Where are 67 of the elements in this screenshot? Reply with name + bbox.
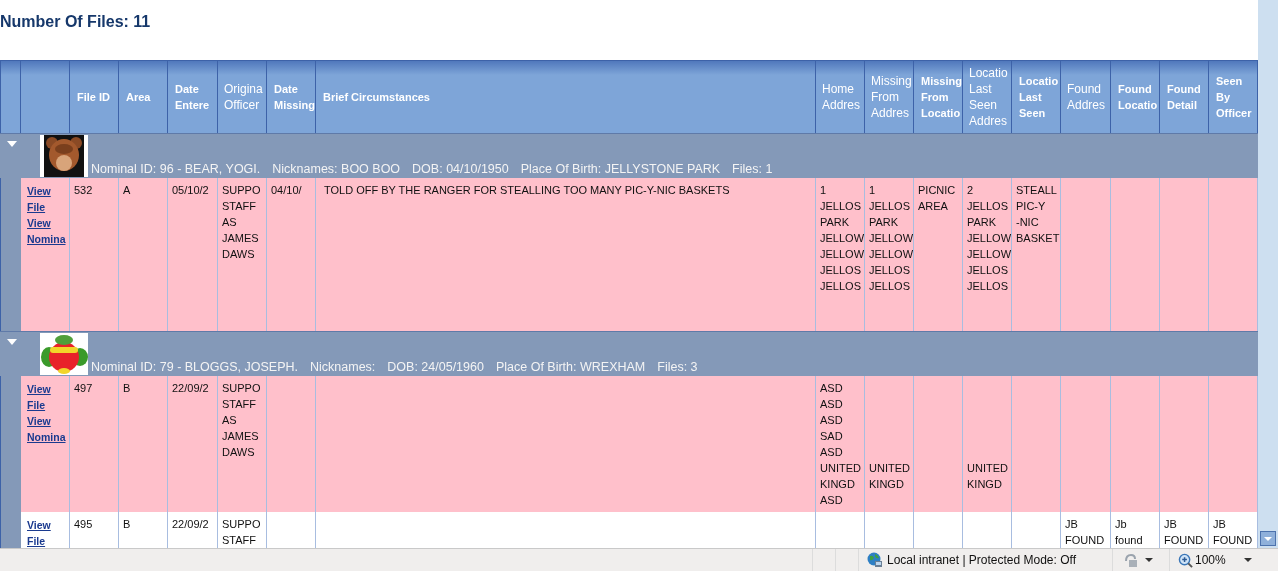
column-header[interactable]: Brief Circumstances	[316, 61, 816, 133]
expand-toggle-icon[interactable]	[6, 337, 17, 347]
nominal-id-text: Nominal ID: 79 - BLOGGS, JOSEPH.	[91, 360, 298, 374]
column-header[interactable]: Locatio Last Seen	[1012, 61, 1061, 133]
view-file-link[interactable]: View File	[27, 381, 68, 413]
place-of-birth-text: Place Of Birth: JELLYSTONE PARK	[520, 162, 721, 176]
table-cell-text: 495	[74, 517, 93, 532]
table-cell-text: JB FOUND	[1164, 517, 1204, 548]
view-file-link[interactable]: View File	[27, 517, 68, 548]
table-cell-text: SUPPO STAFF AS JAMES DAWS	[222, 183, 261, 262]
view-file-link[interactable]: View File	[27, 183, 68, 215]
column-header[interactable]: Locatio Last Seen Addres	[963, 61, 1012, 133]
column-header[interactable]: File ID	[70, 61, 119, 133]
table-cell-text: PICNIC AREA	[918, 183, 956, 214]
caret-icon[interactable]	[1243, 556, 1252, 564]
table-cell-text: 1 JELLOS PARK JELLOW JELLOW JELLOS JELLOS	[869, 183, 913, 294]
files-count-text: Files: 1	[732, 162, 773, 176]
scrollbar[interactable]	[1258, 0, 1278, 548]
table-cell-text: TOLD OFF BY THE RANGER FOR STEALLING TOO MANY PIC-Y-NIC BASKETS	[324, 183, 730, 198]
table-cell-text: 22/09/2	[172, 517, 209, 532]
table-cell-text: 2 JELLOS PARK JELLOW JELLOW JELLOS JELLOS	[967, 183, 1011, 294]
column-header[interactable]: Found Addres	[1061, 61, 1111, 133]
file-count-title: Number Of Files: 11	[0, 12, 151, 31]
table-cell-text: A	[123, 183, 131, 198]
dob-text: DOB: 04/10/1950	[412, 162, 509, 176]
column-header[interactable]: Origina Officer	[218, 61, 267, 133]
table-cell-text: 532	[74, 183, 93, 198]
table-cell-text: JB FOUND	[1065, 517, 1105, 548]
column-header[interactable]: Home Addres	[816, 61, 865, 133]
scroll-down-button[interactable]	[1260, 531, 1276, 546]
column-header[interactable]: Missing From Locatio	[914, 61, 963, 133]
nicknames-text: Nicknames:	[310, 360, 376, 374]
table-cell-text: 1 JELLOS PARK JELLOW JELLOW JELLOS JELLOS	[820, 183, 864, 294]
table-cell-text: 22/09/2	[172, 381, 209, 396]
column-header[interactable]: Date Entere	[168, 61, 218, 133]
table-cell-text: B	[123, 381, 131, 396]
column-header[interactable]: Missing From Addres	[865, 61, 914, 133]
dob-text: DOB: 24/05/1960	[387, 360, 484, 374]
caret-icon[interactable]	[1145, 556, 1153, 564]
nicknames-text: Nicknames: BOO BOO	[272, 162, 401, 176]
table-cell-text: SUPPO STAFF	[222, 517, 261, 548]
table-cell-text: JB FOUND	[1213, 517, 1253, 548]
zoom-icon[interactable]	[1178, 552, 1193, 568]
table-cell-text: SUPPO STAFF AS JAMES DAWS	[222, 381, 261, 460]
table-cell-text: 05/10/2	[172, 183, 209, 198]
column-header[interactable]: Seen By Officer	[1209, 61, 1258, 133]
table-cell-text: ASD ASD ASD SAD ASD UNITED KINGD ASD	[820, 381, 861, 508]
column-header[interactable]: Found Detail	[1160, 61, 1209, 133]
security-zone-text: Local intranet | Protected Mode: Off	[887, 553, 1076, 567]
place-of-birth-text: Place Of Birth: WREXHAM	[495, 360, 646, 374]
zoom-level-text[interactable]: 100%	[1195, 553, 1226, 567]
files-count-text: Files: 3	[657, 360, 698, 374]
column-header[interactable]: Area	[119, 61, 168, 133]
table-cell-text: 497	[74, 381, 93, 396]
column-header[interactable]: Found Locatio	[1111, 61, 1160, 133]
column-header[interactable]: Date Missing	[267, 61, 316, 133]
globe-icon	[867, 552, 883, 568]
table-cell-text: UNITED KINGD	[869, 461, 910, 492]
table-cell-text: UNITED KINGD	[967, 461, 1008, 492]
view-nominal-link[interactable]: View Nomina	[27, 413, 68, 445]
table-cell-text: 04/10/	[271, 183, 302, 198]
table-cell-text: STEALL PIC-Y -NIC BASKET	[1016, 183, 1060, 246]
view-nominal-link[interactable]: View Nomina	[27, 215, 68, 247]
nominal-id-text: Nominal ID: 96 - BEAR, YOGI.	[91, 162, 261, 176]
table-cell-text: Jb found	[1115, 517, 1143, 548]
expand-toggle-icon[interactable]	[6, 139, 17, 149]
table-cell-text: B	[123, 517, 131, 532]
